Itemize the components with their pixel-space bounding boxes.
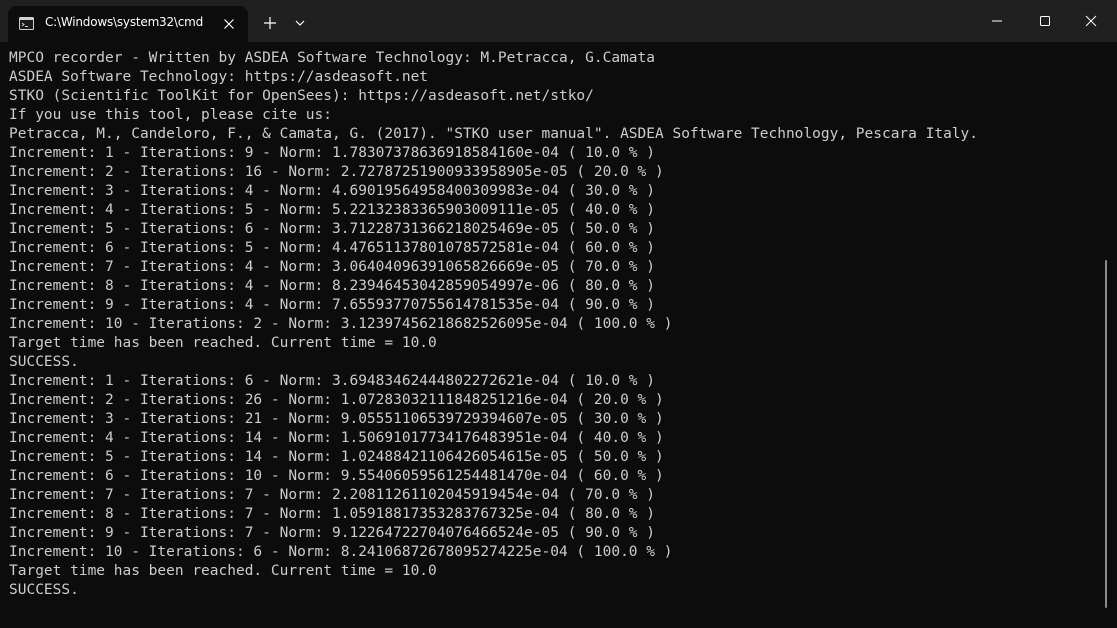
maximize-icon <box>1040 16 1050 26</box>
terminal-line: Increment: 3 - Iterations: 21 - Norm: 9.… <box>9 411 664 427</box>
terminal-line: Increment: 1 - Iterations: 9 - Norm: 1.7… <box>9 145 656 161</box>
maximize-button[interactable] <box>1022 0 1068 42</box>
terminal-icon <box>19 17 34 30</box>
minimize-button[interactable] <box>974 0 1020 42</box>
tab-cmd[interactable]: C:\Windows\system32\cmd <box>8 6 248 42</box>
terminal-line: Increment: 8 - Iterations: 7 - Norm: 1.0… <box>9 506 656 522</box>
terminal-line: Increment: 2 - Iterations: 16 - Norm: 2.… <box>9 164 664 180</box>
terminal-line: STKO (Scientific ToolKit for OpenSees): … <box>9 88 594 104</box>
terminal-line: Increment: 4 - Iterations: 5 - Norm: 5.2… <box>9 202 656 218</box>
plus-icon[interactable] <box>260 13 280 33</box>
terminal-output[interactable]: MPCO recorder - Written by ASDEA Softwar… <box>9 49 1099 619</box>
terminal-line: Increment: 9 - Iterations: 4 - Norm: 7.6… <box>9 297 656 313</box>
close-window-button[interactable] <box>1068 0 1114 42</box>
terminal-line: Target time has been reached. Current ti… <box>9 335 437 351</box>
terminal-line: Increment: 7 - Iterations: 7 - Norm: 2.2… <box>9 487 656 503</box>
terminal-line: Increment: 9 - Iterations: 7 - Norm: 9.1… <box>9 525 656 541</box>
terminal-line: Petracca, M., Candeloro, F., & Camata, G… <box>9 126 979 142</box>
terminal-line: SUCCESS. <box>9 582 79 598</box>
terminal-line: Increment: 7 - Iterations: 4 - Norm: 3.0… <box>9 259 656 275</box>
title-bar[interactable]: C:\Windows\system32\cmd <box>0 0 1117 42</box>
close-icon[interactable] <box>219 14 239 34</box>
tab-title: C:\Windows\system32\cmd <box>45 15 204 29</box>
terminal-line: Target time has been reached. Current ti… <box>9 563 437 579</box>
terminal-line: ASDEA Software Technology: https://asdea… <box>9 69 429 85</box>
close-icon <box>1085 15 1097 27</box>
terminal-line: MPCO recorder - Written by ASDEA Softwar… <box>9 50 656 66</box>
terminal-line: Increment: 10 - Iterations: 2 - Norm: 3.… <box>9 316 673 332</box>
terminal-window: C:\Windows\system32\cmd MPCO recorder - … <box>0 0 1117 628</box>
minimize-icon <box>992 20 1002 22</box>
terminal-line: Increment: 4 - Iterations: 14 - Norm: 1.… <box>9 430 664 446</box>
terminal-line: Increment: 6 - Iterations: 5 - Norm: 4.4… <box>9 240 656 256</box>
terminal-line: Increment: 1 - Iterations: 6 - Norm: 3.6… <box>9 373 656 389</box>
terminal-line: Increment: 3 - Iterations: 4 - Norm: 4.6… <box>9 183 656 199</box>
terminal-line: Increment: 6 - Iterations: 10 - Norm: 9.… <box>9 468 664 484</box>
terminal-line: SUCCESS. <box>9 354 79 370</box>
terminal-line: If you use this tool, please cite us: <box>9 107 333 123</box>
terminal-line: Increment: 2 - Iterations: 26 - Norm: 1.… <box>9 392 664 408</box>
scrollbar[interactable] <box>1105 260 1107 608</box>
terminal-line: Increment: 5 - Iterations: 14 - Norm: 1.… <box>9 449 664 465</box>
terminal-line: Increment: 8 - Iterations: 4 - Norm: 8.2… <box>9 278 656 294</box>
terminal-line: Increment: 5 - Iterations: 6 - Norm: 3.7… <box>9 221 656 237</box>
terminal-line: Increment: 10 - Iterations: 6 - Norm: 8.… <box>9 544 673 560</box>
chevron-down-icon[interactable] <box>290 13 310 33</box>
